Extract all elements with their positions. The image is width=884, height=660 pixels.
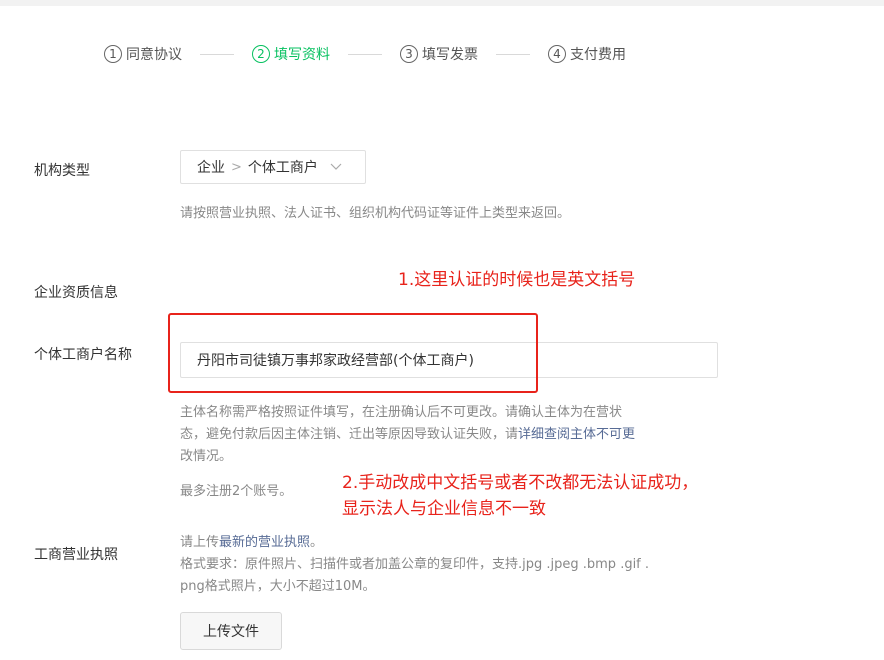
step-2-active: 2 填写资料 bbox=[252, 44, 330, 64]
chevron-down-icon bbox=[330, 160, 342, 174]
step-1: 1 同意协议 bbox=[104, 44, 182, 64]
org-type-select[interactable]: 企业 > 个体工商户 bbox=[180, 150, 366, 184]
step-3-label: 填写发票 bbox=[422, 47, 478, 63]
step-progress: 1 同意协议 2 填写资料 3 填写发票 4 支付费用 bbox=[104, 44, 626, 64]
license-hint: 请上传最新的营业执照。 格式要求：原件照片、扫描件或者加盖公章的复印件，支持.j… bbox=[180, 532, 740, 598]
upload-file-button[interactable]: 上传文件 bbox=[180, 612, 282, 650]
license-hint-pre: 请上传 bbox=[180, 535, 220, 550]
license-format-line-2: png格式照片，大小不超过10M。 bbox=[180, 579, 376, 594]
hint-line-3: 改情况。 bbox=[180, 449, 233, 464]
org-type-level2: 个体工商户 bbox=[247, 160, 318, 176]
hint-line-1: 主体名称需严格按照证件填写，在注册确认后不可更改。请确认主体为在营状 bbox=[180, 405, 623, 420]
step-divider bbox=[496, 53, 530, 55]
annotation-note-2-line-2: 显示法人与企业信息不一致 bbox=[342, 499, 546, 519]
annotation-note-2-line-1: 2.手动改成中文括号或者不改都无法认证成功， bbox=[342, 473, 699, 493]
business-name-label: 个体工商户名称 bbox=[34, 347, 132, 363]
step-4-number: 4 bbox=[548, 45, 566, 63]
step-1-label: 同意协议 bbox=[126, 47, 182, 63]
step-divider bbox=[348, 53, 382, 55]
account-limit-note: 最多注册2个账号。 bbox=[180, 484, 293, 499]
step-4-label: 支付费用 bbox=[570, 47, 626, 63]
top-band bbox=[0, 0, 884, 6]
business-name-hint: 主体名称需严格按照证件填写，在注册确认后不可更改。请确认主体为在营状 态，避免付… bbox=[180, 402, 720, 468]
hint-line-2-text: 态，避免付款后因主体注销、迁出等原因导致认证失败，请 bbox=[180, 427, 519, 442]
org-type-hint: 请按照营业执照、法人证书、组织机构代码证等证件上类型来返回。 bbox=[180, 206, 571, 221]
annotation-note-2: 2.手动改成中文括号或者不改都无法认证成功， 显示法人与企业信息不一致 bbox=[342, 470, 698, 522]
step-3-number: 3 bbox=[400, 45, 418, 63]
step-divider bbox=[200, 53, 234, 55]
hint-line-2: 态，避免付款后因主体注销、迁出等原因导致认证失败，请详细查阅主体不可更 bbox=[180, 424, 720, 446]
annotation-note-1: 1.这里认证的时候也是英文括号 bbox=[398, 270, 636, 290]
entity-status-link[interactable]: 详细查阅主体不可更 bbox=[518, 427, 635, 442]
latest-license-link[interactable]: 最新的营业执照 bbox=[219, 535, 310, 550]
step-1-number: 1 bbox=[104, 45, 122, 63]
org-type-level1: 企业 bbox=[197, 160, 225, 176]
license-format-line-1: 格式要求：原件照片、扫描件或者加盖公章的复印件，支持.jpg .jpeg .bm… bbox=[180, 557, 650, 572]
license-hint-line-1: 请上传最新的营业执照。 bbox=[180, 532, 740, 554]
org-type-label: 机构类型 bbox=[34, 163, 90, 179]
qualification-section-label: 企业资质信息 bbox=[34, 285, 118, 301]
annotation-highlight-box bbox=[168, 313, 538, 393]
chevron-right-icon: > bbox=[231, 159, 242, 175]
step-2-number: 2 bbox=[252, 45, 270, 63]
step-2-label: 填写资料 bbox=[274, 47, 330, 63]
step-4: 4 支付费用 bbox=[548, 44, 626, 64]
license-hint-post: 。 bbox=[310, 535, 324, 550]
business-license-label: 工商营业执照 bbox=[34, 547, 118, 563]
step-3: 3 填写发票 bbox=[400, 44, 478, 64]
